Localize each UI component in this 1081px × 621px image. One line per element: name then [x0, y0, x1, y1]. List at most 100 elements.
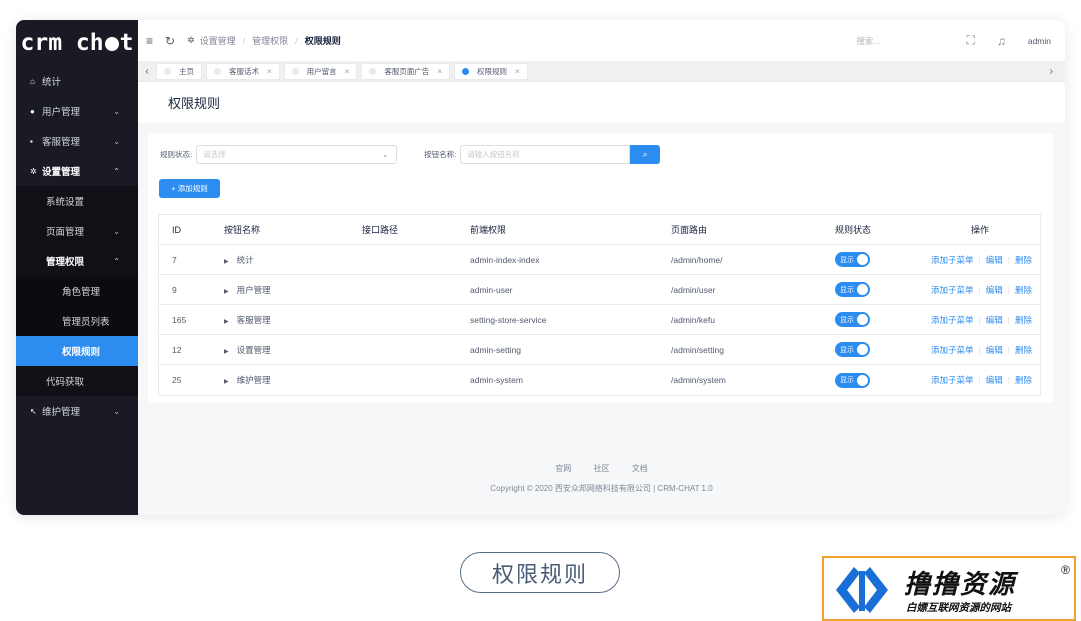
sidebar-item-service[interactable]: ▪ 客服管理 ⌄	[16, 126, 138, 156]
cell-id: 165	[172, 314, 187, 325]
edit-link[interactable]: 编辑	[986, 345, 1003, 355]
sidebar-item-settings[interactable]: ✲ 设置管理 ⌃	[16, 156, 138, 186]
col-header-path: 接口路径	[362, 225, 399, 235]
expand-icon[interactable]: ▶	[224, 289, 229, 295]
add-rule-button[interactable]: + 添加规则	[159, 179, 220, 198]
sidebar-item-roles[interactable]: 角色管理	[16, 276, 138, 306]
delete-link[interactable]: 删除	[1015, 375, 1032, 385]
action-separator: |	[1007, 375, 1010, 385]
sidebar-item-permissions[interactable]: 管理权限 ⌃	[16, 246, 138, 276]
footer-link[interactable]: 社区	[594, 464, 610, 473]
close-icon[interactable]: ×	[267, 67, 272, 76]
sidebar-item-admins[interactable]: 管理员列表	[16, 306, 138, 336]
expand-icon[interactable]: ▶	[224, 259, 229, 265]
footer-link[interactable]: 官网	[555, 464, 571, 473]
edit-link[interactable]: 编辑	[986, 255, 1003, 265]
col-header-route: 页面路由	[671, 225, 708, 235]
tab-ads[interactable]: 客服页面广告 ×	[361, 62, 451, 80]
tab-label: 权限规则	[477, 66, 508, 76]
add-child-link[interactable]: 添加子菜单	[931, 375, 974, 385]
add-child-link[interactable]: 添加子菜单	[931, 345, 974, 355]
tab-home[interactable]: 主页	[156, 62, 202, 80]
tab-label: 客服页面广告	[384, 66, 430, 76]
expand-icon[interactable]: ▶	[224, 349, 229, 355]
status-select[interactable]: 请选择 ⌄	[196, 145, 398, 164]
tab-label: 用户留言	[306, 66, 337, 76]
toggle-knob	[857, 314, 868, 325]
action-separator: |	[978, 254, 981, 265]
delete-link[interactable]: 删除	[1015, 315, 1032, 325]
toggle-label: 显示	[840, 286, 854, 294]
chevron-right-icon[interactable]: ›	[1050, 66, 1053, 77]
tab-dot-icon	[164, 67, 171, 75]
sidebar-menu: ⌂ 统计 ● 用户管理 ⌄ ▪ 客服管理 ⌄ ✲ 设置管理 ⌃ 系统设置 页面管理 ⌄ 管理权限…	[16, 66, 138, 426]
add-child-link[interactable]: 添加子菜单	[931, 285, 974, 295]
footer-link[interactable]: 文档	[632, 464, 648, 473]
action-separator: |	[978, 284, 981, 295]
tab-scripts[interactable]: 客服话术 ×	[206, 62, 280, 80]
sidebar-item-stats[interactable]: ⌂ 统计	[16, 66, 138, 96]
cell-name-text: 维护管理	[236, 375, 271, 385]
toggle-knob	[857, 344, 868, 355]
edit-link[interactable]: 编辑	[986, 315, 1003, 325]
close-icon[interactable]: ×	[345, 67, 350, 76]
expand-icon[interactable]: ▶	[224, 319, 229, 325]
sidebar-item-rules[interactable]: 权限规则	[16, 336, 138, 366]
filter-bar: 规则状态: 请选择 ⌄ 按钮名称: 请输入按钮名称 ⌕	[160, 145, 661, 164]
col-header-front: 前端权限	[470, 225, 507, 235]
sidebar-item-label: 权限规则	[62, 347, 101, 358]
close-icon[interactable]: ×	[515, 67, 520, 76]
cell-id: 9	[172, 284, 177, 295]
sidebar-item-users[interactable]: ● 用户管理 ⌄	[16, 96, 138, 126]
delete-link[interactable]: 删除	[1015, 345, 1032, 355]
cell-front: admin-system	[470, 375, 523, 385]
name-search-input[interactable]: 请输入按钮名称	[460, 145, 631, 164]
action-separator: |	[1007, 284, 1010, 295]
breadcrumb-item[interactable]: 设置管理	[200, 34, 236, 47]
tab-messages[interactable]: 用户留言 ×	[283, 62, 358, 80]
menu-toggle-icon[interactable]: ≡	[146, 34, 153, 48]
tab-rules[interactable]: 权限规则 ×	[454, 62, 528, 80]
search-input[interactable]: 搜索...	[856, 35, 880, 47]
refresh-icon[interactable]: ↻	[165, 34, 175, 48]
user-icon: ●	[30, 106, 35, 116]
col-header-id: ID	[172, 224, 181, 235]
sidebar-item-code[interactable]: 代码获取	[16, 366, 138, 396]
edit-link[interactable]: 编辑	[986, 285, 1003, 295]
cell-name-text: 统计	[236, 254, 254, 265]
status-select-placeholder: 请选择	[203, 150, 226, 159]
cell-front: setting-store-service	[470, 314, 547, 325]
watermark-logo-icon	[836, 567, 888, 613]
sidebar-item-maintenance[interactable]: ↖ 维护管理 ⌄	[16, 396, 138, 426]
status-toggle[interactable]: 显示	[835, 372, 870, 388]
cell-front: admin-setting	[470, 344, 522, 355]
breadcrumb-item[interactable]: 管理权限	[252, 34, 288, 47]
delete-link[interactable]: 删除	[1015, 285, 1032, 295]
status-toggle[interactable]: 显示	[835, 282, 870, 297]
search-button[interactable]: ⌕	[630, 145, 661, 164]
status-toggle[interactable]: 显示	[835, 312, 870, 327]
table-row: 7 ▶ 统计 admin-index-index /admin/home/ 显示 …	[159, 245, 1040, 275]
add-child-link[interactable]: 添加子菜单	[931, 255, 974, 265]
add-child-link[interactable]: 添加子菜单	[931, 315, 974, 325]
chevron-left-icon[interactable]: ‹	[138, 66, 156, 77]
status-toggle[interactable]: 显示	[835, 252, 870, 267]
bell-icon[interactable]: ♫	[997, 34, 1006, 48]
delete-link[interactable]: 删除	[1015, 255, 1032, 265]
close-icon[interactable]: ×	[437, 67, 442, 76]
toggle-knob	[857, 374, 868, 386]
sidebar-item-page-manage[interactable]: 页面管理 ⌄	[16, 216, 138, 246]
table-row: 165 ▶ 客服管理 setting-store-service /admin/k…	[159, 305, 1040, 335]
toggle-label: 显示	[840, 316, 854, 324]
user-menu[interactable]: admin	[1028, 36, 1051, 46]
main-area: ≡ ↻ ✲ 设置管理 / 管理权限 / 权限规则 搜索... ⛶ ♫ admin…	[138, 20, 1065, 515]
sidebar-item-system-settings[interactable]: 系统设置	[16, 186, 138, 216]
tab-dot-icon	[462, 67, 470, 75]
cell-id: 12	[172, 344, 182, 355]
watermark: 撸撸资源 ® 白嫖互联网资源的网站	[822, 556, 1076, 621]
edit-link[interactable]: 编辑	[986, 375, 1003, 385]
fullscreen-icon[interactable]: ⛶	[966, 33, 974, 48]
expand-icon[interactable]: ▶	[224, 379, 229, 385]
logo-dot-icon	[104, 37, 119, 51]
status-toggle[interactable]: 显示	[835, 342, 870, 357]
